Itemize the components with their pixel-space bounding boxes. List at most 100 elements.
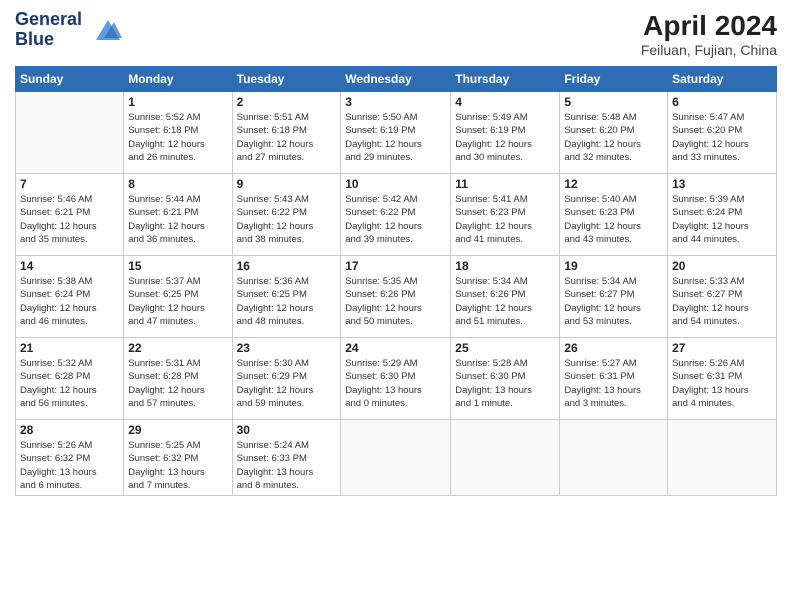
day-cell: 5 Sunrise: 5:48 AM Sunset: 6:20 PM Daylig… [560,92,668,174]
day-info: Sunrise: 5:50 AM Sunset: 6:19 PM Dayligh… [345,111,446,164]
day-cell: 25 Sunrise: 5:28 AM Sunset: 6:30 PM Dayli… [451,338,560,420]
day-info: Sunrise: 5:32 AM Sunset: 6:28 PM Dayligh… [20,357,119,410]
day-info: Sunrise: 5:44 AM Sunset: 6:21 PM Dayligh… [128,193,227,246]
calendar-table: SundayMondayTuesdayWednesdayThursdayFrid… [15,66,777,496]
weekday-header-monday: Monday [124,67,232,92]
day-cell: 17 Sunrise: 5:35 AM Sunset: 6:26 PM Dayli… [341,256,451,338]
day-number: 27 [672,341,772,355]
day-info: Sunrise: 5:39 AM Sunset: 6:24 PM Dayligh… [672,193,772,246]
day-info: Sunrise: 5:26 AM Sunset: 6:32 PM Dayligh… [20,439,119,492]
logo-text: General Blue [15,10,82,50]
logo: General Blue [15,10,122,50]
day-info: Sunrise: 5:40 AM Sunset: 6:23 PM Dayligh… [564,193,663,246]
day-info: Sunrise: 5:49 AM Sunset: 6:19 PM Dayligh… [455,111,555,164]
week-row-5: 28 Sunrise: 5:26 AM Sunset: 6:32 PM Dayli… [16,420,777,496]
day-cell: 2 Sunrise: 5:51 AM Sunset: 6:18 PM Daylig… [232,92,341,174]
day-cell: 15 Sunrise: 5:37 AM Sunset: 6:25 PM Dayli… [124,256,232,338]
title-block: April 2024 Feiluan, Fujian, China [641,10,777,58]
day-info: Sunrise: 5:31 AM Sunset: 6:28 PM Dayligh… [128,357,227,410]
day-cell [560,420,668,496]
day-cell: 4 Sunrise: 5:49 AM Sunset: 6:19 PM Daylig… [451,92,560,174]
weekday-header-wednesday: Wednesday [341,67,451,92]
day-cell: 7Sunrise: 5:46 AM Sunset: 6:21 PM Daylig… [16,174,124,256]
weekday-header-saturday: Saturday [668,67,777,92]
day-info: Sunrise: 5:47 AM Sunset: 6:20 PM Dayligh… [672,111,772,164]
weekday-header-row: SundayMondayTuesdayWednesdayThursdayFrid… [16,67,777,92]
day-number: 26 [564,341,663,355]
day-cell: 3 Sunrise: 5:50 AM Sunset: 6:19 PM Daylig… [341,92,451,174]
day-info: Sunrise: 5:34 AM Sunset: 6:26 PM Dayligh… [455,275,555,328]
day-cell: 19Sunrise: 5:34 AM Sunset: 6:27 PM Dayli… [560,256,668,338]
day-cell: 20 Sunrise: 5:33 AM Sunset: 6:27 PM Dayli… [668,256,777,338]
day-number: 10 [345,177,446,191]
location: Feiluan, Fujian, China [641,42,777,58]
day-number: 28 [20,423,119,437]
day-info: Sunrise: 5:28 AM Sunset: 6:30 PM Dayligh… [455,357,555,410]
day-info: Sunrise: 5:33 AM Sunset: 6:27 PM Dayligh… [672,275,772,328]
day-number: 22 [128,341,227,355]
day-number: 8 [128,177,227,191]
day-info: Sunrise: 5:29 AM Sunset: 6:30 PM Dayligh… [345,357,446,410]
day-cell: 14 Sunrise: 5:38 AM Sunset: 6:24 PM Dayli… [16,256,124,338]
week-row-4: 21 Sunrise: 5:32 AM Sunset: 6:28 PM Dayli… [16,338,777,420]
day-number: 1 [128,95,227,109]
day-number: 4 [455,95,555,109]
weekday-header-thursday: Thursday [451,67,560,92]
day-info: Sunrise: 5:37 AM Sunset: 6:25 PM Dayligh… [128,275,227,328]
day-info: Sunrise: 5:25 AM Sunset: 6:32 PM Dayligh… [128,439,227,492]
weekday-header-tuesday: Tuesday [232,67,341,92]
day-info: Sunrise: 5:38 AM Sunset: 6:24 PM Dayligh… [20,275,119,328]
day-number: 5 [564,95,663,109]
day-info: Sunrise: 5:36 AM Sunset: 6:25 PM Dayligh… [237,275,337,328]
day-info: Sunrise: 5:26 AM Sunset: 6:31 PM Dayligh… [672,357,772,410]
day-number: 20 [672,259,772,273]
day-number: 7 [20,177,119,191]
day-cell: 22 Sunrise: 5:31 AM Sunset: 6:28 PM Dayli… [124,338,232,420]
day-number: 17 [345,259,446,273]
day-info: Sunrise: 5:34 AM Sunset: 6:27 PM Dayligh… [564,275,663,328]
day-cell: 18Sunrise: 5:34 AM Sunset: 6:26 PM Dayli… [451,256,560,338]
day-cell: 8 Sunrise: 5:44 AM Sunset: 6:21 PM Daylig… [124,174,232,256]
day-number: 11 [455,177,555,191]
header: General Blue April 2024 Feiluan, Fujian,… [15,10,777,58]
week-row-2: 7Sunrise: 5:46 AM Sunset: 6:21 PM Daylig… [16,174,777,256]
day-number: 16 [237,259,337,273]
day-info: Sunrise: 5:41 AM Sunset: 6:23 PM Dayligh… [455,193,555,246]
day-cell: 24 Sunrise: 5:29 AM Sunset: 6:30 PM Dayli… [341,338,451,420]
day-number: 29 [128,423,227,437]
day-info: Sunrise: 5:48 AM Sunset: 6:20 PM Dayligh… [564,111,663,164]
day-number: 14 [20,259,119,273]
day-number: 21 [20,341,119,355]
day-cell: 1Sunrise: 5:52 AM Sunset: 6:18 PM Daylig… [124,92,232,174]
day-info: Sunrise: 5:51 AM Sunset: 6:18 PM Dayligh… [237,111,337,164]
day-number: 6 [672,95,772,109]
day-cell: 10 Sunrise: 5:42 AM Sunset: 6:22 PM Dayli… [341,174,451,256]
main-container: General Blue April 2024 Feiluan, Fujian,… [0,0,792,506]
day-number: 3 [345,95,446,109]
day-number: 9 [237,177,337,191]
day-number: 30 [237,423,337,437]
day-cell: 23Sunrise: 5:30 AM Sunset: 6:29 PM Dayli… [232,338,341,420]
day-cell: 27 Sunrise: 5:26 AM Sunset: 6:31 PM Dayli… [668,338,777,420]
day-cell: 29 Sunrise: 5:25 AM Sunset: 6:32 PM Dayli… [124,420,232,496]
day-number: 13 [672,177,772,191]
day-cell: 21 Sunrise: 5:32 AM Sunset: 6:28 PM Dayli… [16,338,124,420]
day-info: Sunrise: 5:42 AM Sunset: 6:22 PM Dayligh… [345,193,446,246]
day-cell: 13 Sunrise: 5:39 AM Sunset: 6:24 PM Dayli… [668,174,777,256]
logo-icon [86,12,122,48]
day-info: Sunrise: 5:24 AM Sunset: 6:33 PM Dayligh… [237,439,337,492]
day-cell [668,420,777,496]
weekday-header-friday: Friday [560,67,668,92]
day-cell: 26 Sunrise: 5:27 AM Sunset: 6:31 PM Dayli… [560,338,668,420]
weekday-header-sunday: Sunday [16,67,124,92]
day-number: 15 [128,259,227,273]
day-cell [16,92,124,174]
day-number: 2 [237,95,337,109]
day-info: Sunrise: 5:27 AM Sunset: 6:31 PM Dayligh… [564,357,663,410]
week-row-3: 14 Sunrise: 5:38 AM Sunset: 6:24 PM Dayli… [16,256,777,338]
day-cell [341,420,451,496]
month-title: April 2024 [641,10,777,42]
day-number: 24 [345,341,446,355]
day-number: 25 [455,341,555,355]
day-info: Sunrise: 5:35 AM Sunset: 6:26 PM Dayligh… [345,275,446,328]
